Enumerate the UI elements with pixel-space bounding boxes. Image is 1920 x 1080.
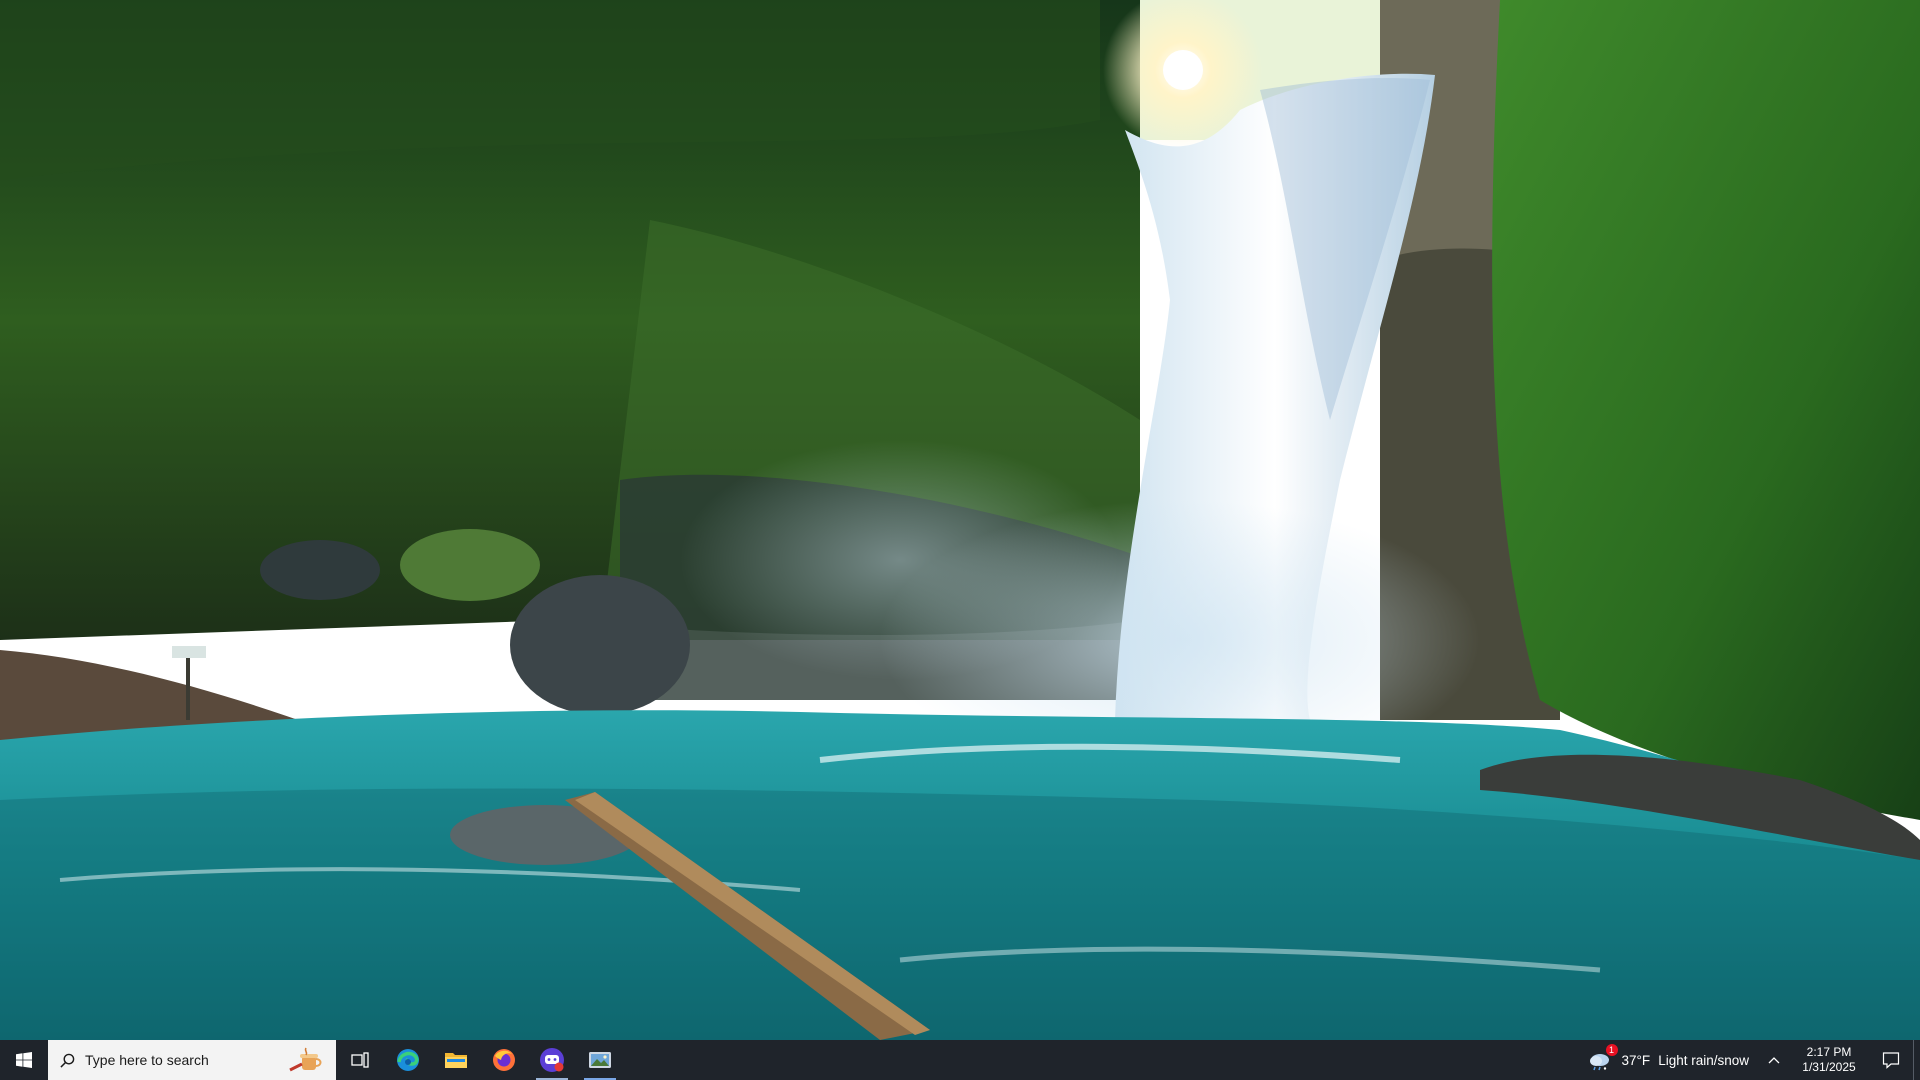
show-desktop-button[interactable] — [1913, 1040, 1920, 1080]
notification-icon — [1882, 1052, 1900, 1069]
system-tray: 1 37°F Light rain/snow 2:17 PM 1/31/2025 — [1578, 1040, 1920, 1080]
folder-icon — [445, 1053, 467, 1068]
weather-icon-wrap: 1 — [1588, 1044, 1618, 1072]
start-button[interactable] — [0, 1040, 48, 1080]
firefox-icon — [493, 1049, 515, 1071]
chevron-up-icon — [1768, 1057, 1780, 1064]
taskbar: Type here to search 1 37°F Light rain/sn… — [0, 1040, 1920, 1080]
clock-time: 2:17 PM — [1806, 1045, 1852, 1059]
edge-icon — [397, 1049, 419, 1071]
taskbar-app-firefox[interactable] — [480, 1040, 528, 1080]
taskbar-app-file-explorer[interactable] — [432, 1040, 480, 1080]
task-view-button[interactable] — [336, 1040, 384, 1080]
image-viewer-icon — [589, 1052, 611, 1068]
windows-logo-icon — [16, 1052, 32, 1068]
task-view-icon — [351, 1052, 369, 1068]
taskbar-app-edge[interactable] — [384, 1040, 432, 1080]
wallpaper-waterfall — [0, 0, 1920, 1040]
search-box[interactable]: Type here to search — [48, 1040, 336, 1080]
show-hidden-icons-button[interactable] — [1759, 1040, 1789, 1080]
taskbar-app-image-viewer[interactable] — [576, 1040, 624, 1080]
search-placeholder: Type here to search — [85, 1052, 209, 1068]
taskbar-app-chat[interactable] — [528, 1040, 576, 1080]
search-icon — [60, 1053, 75, 1068]
chat-app-icon — [540, 1048, 564, 1072]
clock[interactable]: 2:17 PM 1/31/2025 — [1789, 1040, 1869, 1080]
weather-alert-badge: 1 — [1605, 1044, 1618, 1056]
desktop[interactable] — [0, 0, 1920, 1040]
search-highlight-icon — [289, 1047, 322, 1072]
notification-center-button[interactable] — [1869, 1040, 1913, 1080]
weather-temperature: 37°F — [1621, 1052, 1651, 1068]
weather-widget[interactable]: 1 37°F Light rain/snow — [1578, 1040, 1759, 1080]
weather-condition: Light rain/snow — [1658, 1052, 1749, 1068]
clock-date: 1/31/2025 — [1802, 1060, 1856, 1074]
